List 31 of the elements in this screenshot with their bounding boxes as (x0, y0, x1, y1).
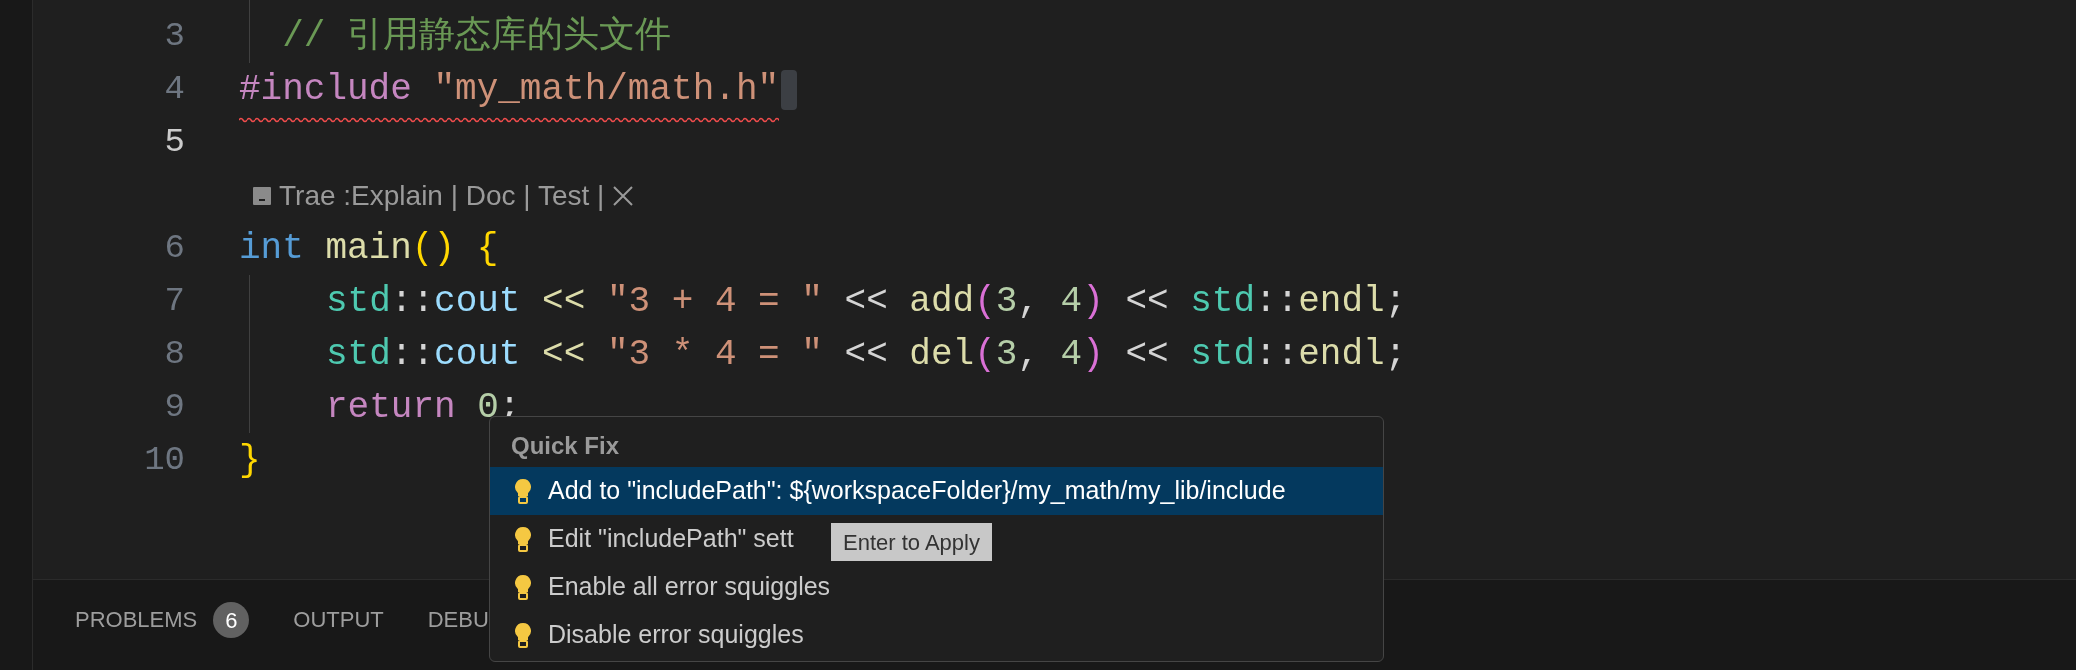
quick-fix-item[interactable]: Disable error squiggles (514, 616, 804, 654)
menu-title: Quick Fix (510, 431, 621, 461)
lightbulb-icon (514, 574, 532, 600)
lightbulb-icon (514, 478, 532, 504)
lightbulb-icon (514, 622, 532, 648)
close-icon[interactable] (612, 184, 635, 207)
line-number: 4 (163, 69, 185, 110)
codelens-actions[interactable]: Trae :Explain | Doc | Test | (279, 174, 605, 217)
code-line: std::cout << "3 + 4 = " << add(3, 4) << std::endl; (326, 280, 1407, 322)
quick-fix-item[interactable]: Edit "includePath" sett (514, 520, 794, 558)
lightbulb-icon (514, 526, 532, 552)
quick-fix-item[interactable]: Enable all error squiggles (514, 568, 831, 606)
line-number: 10 (143, 440, 185, 481)
code-line: // 引用静态库的头文件 (281, 15, 672, 57)
line-number: 6 (163, 228, 185, 269)
quick-fix-item[interactable]: Add to "includePath": ${workspaceFolder}/my_math/my_lib/include (514, 472, 1286, 510)
line-number: 8 (163, 334, 185, 375)
panel-tab[interactable]: PROBLEMS (75, 602, 198, 638)
square-icon (253, 186, 271, 205)
code-line: int main() { (239, 227, 499, 269)
line-number: 3 (163, 16, 185, 57)
code-line: #include "my_math/math.h" (239, 68, 780, 110)
tooltip: Enter to Apply (831, 523, 992, 561)
line-number: 7 (163, 281, 185, 322)
code-line: std::cout << "3 * 4 = " << del(3, 4) << std::endl; (326, 333, 1407, 375)
panel-tab[interactable]: OUTPUT (293, 602, 384, 638)
panel-tab[interactable]: DEBU (427, 602, 489, 638)
line-number: 9 (163, 387, 185, 428)
code-line: } (239, 439, 261, 481)
count-badge: 6 (213, 602, 250, 638)
line-number: 5 (163, 122, 185, 163)
